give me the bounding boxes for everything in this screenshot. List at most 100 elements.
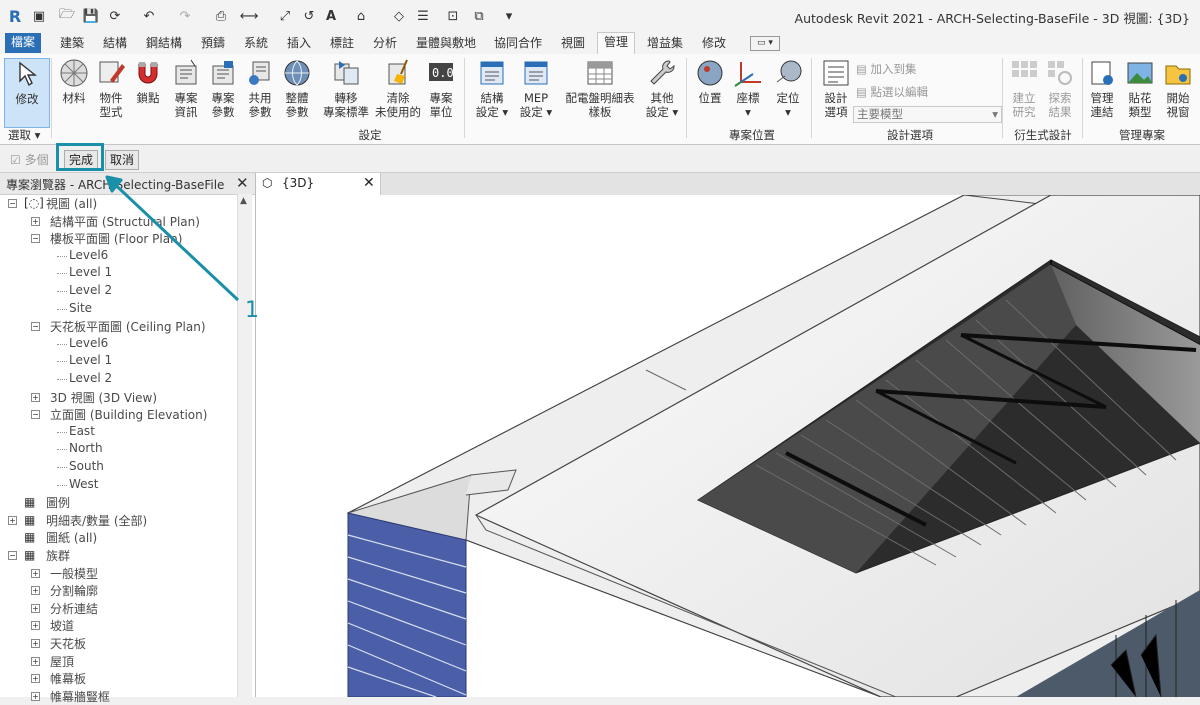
family-ceilings[interactable]: 天花板 bbox=[50, 635, 86, 652]
tab-view[interactable]: 視圖 bbox=[555, 34, 591, 53]
collapse-icon[interactable]: − bbox=[8, 551, 17, 560]
ceiling-plan-level1[interactable]: Level 1 bbox=[69, 353, 112, 367]
family-curtain-mullions[interactable]: 帷幕牆豎框 bbox=[50, 688, 110, 705]
position-button[interactable]: 定位 ▾ bbox=[766, 58, 810, 119]
collapse-icon[interactable]: − bbox=[31, 322, 40, 332]
save-icon[interactable]: 💾 bbox=[82, 7, 100, 25]
floor-plan-level2[interactable]: Level 2 bbox=[69, 283, 112, 297]
floor-plan-level6[interactable]: Level6 bbox=[69, 248, 108, 262]
mep-settings-button[interactable]: MEP 設定 ▾ bbox=[514, 58, 558, 119]
tab-insert[interactable]: 插入 bbox=[281, 34, 317, 53]
tab-addins[interactable]: 增益集 bbox=[641, 34, 689, 53]
close-view-icon[interactable]: ✕ bbox=[363, 175, 375, 191]
ceiling-plan-node[interactable]: 天花板平面圖 (Ceiling Plan) bbox=[50, 318, 206, 335]
expand-icon[interactable]: + bbox=[8, 515, 17, 525]
panel-schedule-templates-button[interactable]: 配電盤明細表 樣板 bbox=[562, 58, 638, 119]
tab-modify[interactable]: 修改 bbox=[696, 34, 732, 53]
sync-icon[interactable]: ⟳ bbox=[106, 7, 124, 25]
expand-icon[interactable]: + bbox=[31, 216, 40, 226]
3d-view-node[interactable]: 3D 視圖 (3D View) bbox=[50, 389, 157, 406]
thin-lines-icon[interactable]: ☰ bbox=[414, 7, 432, 25]
print-icon[interactable]: ⎙ bbox=[212, 7, 230, 25]
elevation-south[interactable]: South bbox=[69, 459, 104, 473]
project-units-button[interactable]: 0.0 專案 單位 bbox=[419, 58, 463, 119]
legends-node[interactable]: 圖例 bbox=[46, 494, 70, 511]
global-parameters-button[interactable]: 整體 參數 bbox=[275, 58, 319, 119]
measure-icon[interactable]: ⟷ bbox=[240, 7, 259, 25]
text-icon[interactable]: A bbox=[322, 7, 340, 25]
expand-icon[interactable]: + bbox=[31, 603, 40, 613]
purge-unused-button[interactable]: 清除 未使用的 bbox=[373, 58, 423, 119]
section-icon[interactable]: ◇ bbox=[390, 7, 408, 25]
tab-architecture[interactable]: 建築 bbox=[54, 34, 90, 53]
open-icon[interactable]: 🗁 bbox=[58, 7, 76, 25]
schedules-node[interactable]: 明細表/數量 (全部) bbox=[46, 512, 147, 529]
expand-icon[interactable]: + bbox=[31, 568, 40, 578]
tab-manage[interactable]: 管理 bbox=[597, 32, 636, 55]
dimension-icon[interactable]: ⤢ bbox=[276, 7, 294, 25]
additional-settings-button[interactable]: 其他 設定 ▾ bbox=[640, 58, 684, 119]
active-design-option-select[interactable]: 主要模型 ▾ bbox=[853, 106, 1002, 123]
explore-outcomes-button[interactable]: 探索 結果 bbox=[1038, 58, 1082, 119]
collapse-icon[interactable]: − bbox=[8, 199, 17, 208]
close-hidden-icon[interactable]: ⊡ bbox=[444, 7, 462, 25]
expand-icon[interactable]: + bbox=[31, 586, 40, 596]
tab-annotate[interactable]: 標註 bbox=[324, 34, 360, 53]
expand-icon[interactable]: + bbox=[31, 674, 40, 684]
floor-plan-site[interactable]: Site bbox=[69, 301, 92, 315]
select-dropdown[interactable]: 選取 ▾ bbox=[8, 127, 40, 143]
ceiling-plan-level6[interactable]: Level6 bbox=[69, 336, 108, 350]
tab-steel[interactable]: 鋼結構 bbox=[140, 34, 188, 53]
cancel-button[interactable]: 取消 bbox=[105, 150, 140, 170]
family-analytical-links[interactable]: 分析連結 bbox=[50, 600, 98, 617]
tag-icon[interactable]: ↺ bbox=[300, 7, 318, 25]
elevation-node[interactable]: 立面圖 (Building Elevation) bbox=[50, 406, 207, 423]
family-ramps[interactable]: 坡道 bbox=[50, 617, 74, 634]
switch-windows-icon[interactable]: ⧉ bbox=[470, 7, 488, 25]
family-curtain-panels[interactable]: 帷幕板 bbox=[50, 670, 86, 687]
floor-plan-node[interactable]: 樓板平面圖 (Floor Plan) bbox=[50, 230, 182, 247]
revit-logo-icon[interactable]: R bbox=[6, 7, 24, 26]
home-icon[interactable]: ▣ bbox=[30, 7, 48, 25]
structural-settings-button[interactable]: 結構 設定 ▾ bbox=[470, 58, 514, 119]
sheets-node[interactable]: 圖紙 (all) bbox=[46, 529, 97, 546]
tab-massing-site[interactable]: 量體與敷地 bbox=[410, 34, 482, 53]
tab-structure[interactable]: 結構 bbox=[97, 34, 133, 53]
browser-scrollbar[interactable]: ▲ bbox=[237, 194, 252, 697]
close-icon[interactable]: ✕ bbox=[236, 174, 249, 192]
add-to-set-button[interactable]: ▤ 加入到集 bbox=[856, 61, 917, 77]
elevation-north[interactable]: North bbox=[69, 441, 103, 455]
tab-3d-view[interactable]: ⬡ {3D} ✕ bbox=[256, 173, 381, 195]
family-profiles[interactable]: 分割輪廓 bbox=[50, 582, 98, 599]
redo-icon[interactable]: ↷ bbox=[176, 7, 194, 25]
expand-icon[interactable]: + bbox=[31, 691, 40, 701]
structural-plan-node[interactable]: 結構平面 (Structural Plan) bbox=[50, 213, 200, 230]
3d-viewport[interactable] bbox=[256, 195, 1200, 697]
family-roofs[interactable]: 屋頂 bbox=[50, 653, 74, 670]
scroll-up-icon[interactable]: ▲ bbox=[240, 196, 247, 206]
pick-to-edit-button[interactable]: ▤ 點選以編輯 bbox=[856, 84, 928, 100]
elevation-west[interactable]: West bbox=[69, 477, 99, 491]
expand-icon[interactable]: + bbox=[31, 639, 40, 648]
elevation-east[interactable]: East bbox=[69, 424, 95, 438]
collapse-icon[interactable]: − bbox=[31, 410, 40, 420]
coordinates-button[interactable]: 座標 ▾ bbox=[726, 58, 770, 119]
transfer-project-standards-button[interactable]: 轉移 專案標準 bbox=[319, 58, 373, 119]
3d-view-icon[interactable]: ⌂ bbox=[352, 7, 370, 25]
multiple-checkbox[interactable]: ☑ 多個 bbox=[10, 151, 49, 168]
starting-view-button[interactable]: 開始 視窗 bbox=[1156, 58, 1200, 119]
design-options-button[interactable]: 設計 選項 bbox=[814, 58, 858, 119]
tab-analyze[interactable]: 分析 bbox=[367, 34, 403, 53]
modify-button[interactable]: 修改 bbox=[4, 58, 50, 128]
customize-qat-icon[interactable]: ▾ bbox=[500, 7, 518, 25]
expand-icon[interactable]: + bbox=[31, 392, 40, 402]
tab-file[interactable]: 檔案 bbox=[5, 33, 42, 53]
ceiling-plan-level2[interactable]: Level 2 bbox=[69, 371, 112, 385]
families-node[interactable]: 族群 bbox=[46, 547, 70, 564]
ribbon-minimize-icon[interactable]: ▭ ▾ bbox=[750, 36, 780, 51]
floor-plan-level1[interactable]: Level 1 bbox=[69, 265, 112, 279]
views-node[interactable]: 視圖 (all) bbox=[46, 195, 97, 212]
family-generic-models[interactable]: 一般模型 bbox=[50, 565, 98, 582]
undo-icon[interactable]: ↶ bbox=[140, 7, 158, 25]
collapse-icon[interactable]: − bbox=[31, 234, 40, 244]
